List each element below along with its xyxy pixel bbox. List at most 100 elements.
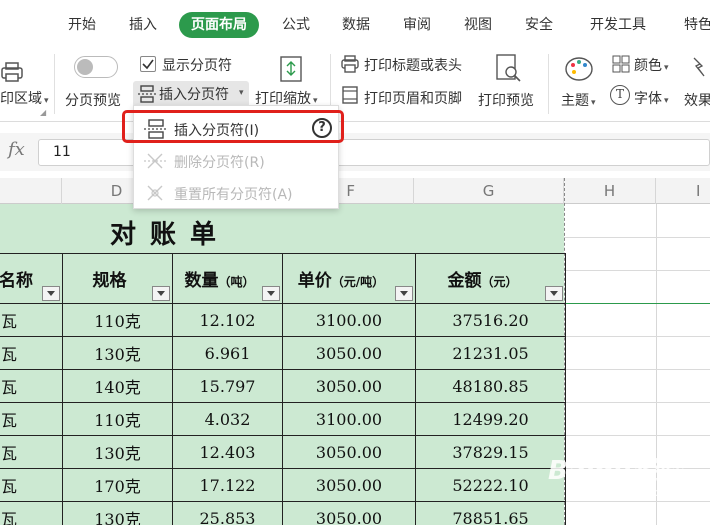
formula-value: 11 [53, 144, 71, 160]
cell-quantity[interactable]: 6.961 [172, 336, 283, 370]
fx-icon[interactable]: fx [8, 139, 25, 160]
app-window: ‹ 开始 插入 页面布局 公式 数据 审阅 视图 安全 开发工具 特色 印区域▾… [0, 0, 710, 525]
insert-page-break-label: 插入分页符 [159, 87, 229, 103]
tab-review[interactable]: 审阅 [403, 12, 431, 38]
cell-unit-price[interactable]: 3050.00 [282, 336, 416, 370]
check-icon [142, 59, 154, 70]
tab-special[interactable]: 特色 [684, 12, 710, 38]
filter-dropdown-icon[interactable] [152, 286, 170, 301]
cell-amount[interactable]: 48180.85 [415, 369, 566, 403]
theme-palette-icon[interactable] [564, 55, 594, 83]
group-launcher-icon[interactable]: ◢ [40, 108, 46, 117]
colors-icon[interactable] [611, 54, 631, 74]
filter-dropdown-icon[interactable] [395, 286, 413, 301]
print-titles-icon[interactable] [340, 54, 360, 74]
watermark-url: jingyan.baidu.com [570, 486, 672, 499]
annotation-highlight-box [122, 110, 344, 143]
cell-amount[interactable]: 12499.20 [415, 402, 566, 436]
cell-name[interactable]: 瓦 [0, 435, 63, 469]
print-preview-button[interactable]: 打印预览 [478, 90, 534, 110]
cell-quantity[interactable]: 12.403 [172, 435, 283, 469]
table-row: 瓦 110克 12.102 3100.00 37516.20 [0, 303, 566, 337]
tab-data[interactable]: 数据 [342, 12, 370, 38]
colors-button[interactable]: 颜色 ▾ [634, 55, 669, 75]
cell-unit-price[interactable]: 3050.00 [282, 468, 416, 502]
cell-quantity[interactable]: 4.032 [172, 402, 283, 436]
effects-button[interactable]: 效果 [684, 90, 710, 110]
cell-name[interactable]: 瓦 [0, 402, 63, 436]
cell-spec[interactable]: 110克 [62, 303, 173, 337]
cell-name[interactable]: 瓦 [0, 501, 63, 525]
cell-spec[interactable]: 130克 [62, 336, 173, 370]
tab-formulas[interactable]: 公式 [282, 12, 310, 38]
remove-page-break-icon [144, 153, 166, 169]
cell-unit-price[interactable]: 3100.00 [282, 402, 416, 436]
header-amount[interactable]: 金额（元） [415, 253, 566, 304]
menu-item-remove-page-break[interactable]: 删除分页符(R) [134, 146, 340, 176]
sheet-title[interactable]: 对账单 [0, 214, 340, 251]
cell-unit-price[interactable]: 3050.00 [282, 369, 416, 403]
cell-quantity[interactable]: 25.853 [172, 501, 283, 525]
tab-developer[interactable]: 开发工具 [590, 12, 646, 38]
insert-page-break-button[interactable]: 插入分页符 ▾ [133, 81, 249, 107]
print-scale-icon[interactable] [278, 55, 304, 83]
table-header-row: 名称 规格 数量（吨） 单价（元/吨） 金额（元） [0, 253, 566, 304]
cell-name[interactable]: 瓦 [0, 369, 63, 403]
column-header-c[interactable] [0, 178, 62, 204]
page-break-preview-label: 分页预览 [65, 93, 121, 109]
cell-amount[interactable]: 21231.05 [415, 336, 566, 370]
theme-button[interactable]: 主题 ▾ [561, 90, 596, 110]
column-header-i[interactable]: I [656, 178, 710, 204]
filter-dropdown-icon[interactable] [42, 286, 60, 301]
print-header-footer-icon[interactable] [340, 85, 360, 105]
cell-name[interactable]: 瓦 [0, 303, 63, 337]
fonts-icon[interactable]: T [610, 85, 630, 105]
filter-dropdown-icon[interactable] [262, 286, 280, 301]
cell-unit-price[interactable]: 3050.00 [282, 501, 416, 525]
cell-spec[interactable]: 110克 [62, 402, 173, 436]
cell-name[interactable]: 瓦 [0, 468, 63, 502]
print-preview-icon[interactable] [494, 53, 522, 83]
print-area-button[interactable]: 印区域 ▾ [0, 88, 49, 108]
table-row: 瓦 130克 6.961 3050.00 21231.05 [0, 336, 566, 370]
table-row: 瓦 140克 15.797 3050.00 48180.85 [0, 369, 566, 403]
show-page-breaks-checkbox[interactable] [140, 56, 156, 72]
header-name[interactable]: 名称 [0, 253, 63, 304]
print-titles-button[interactable]: 打印标题或表头 [364, 55, 462, 75]
menu-item-label: 删除分页符(R) [174, 155, 265, 171]
print-area-icon[interactable] [0, 60, 24, 84]
tab-security[interactable]: 安全 [525, 12, 553, 38]
header-quantity[interactable]: 数量（吨） [172, 253, 283, 304]
page-break-preview-toggle[interactable] [74, 56, 118, 78]
watermark-brand: Baidu经验 [548, 456, 684, 486]
header-unit-price[interactable]: 单价（元/吨） [282, 253, 416, 304]
print-header-footer-button[interactable]: 打印页眉和页脚 [364, 88, 462, 108]
cell-unit-price[interactable]: 3050.00 [282, 435, 416, 469]
ribbon-tab-bar: ‹ 开始 插入 页面布局 公式 数据 审阅 视图 安全 开发工具 特色 [0, 0, 710, 48]
tab-insert[interactable]: 插入 [129, 12, 157, 38]
fonts-button[interactable]: 字体 ▾ [634, 88, 669, 108]
cell-quantity[interactable]: 17.122 [172, 468, 283, 502]
column-header-h[interactable]: H [564, 178, 656, 204]
effects-icon[interactable] [688, 54, 710, 82]
tab-home[interactable]: 开始 [68, 12, 96, 38]
cell-spec[interactable]: 170克 [62, 468, 173, 502]
tab-view[interactable]: 视图 [464, 12, 492, 38]
menu-item-label: 重置所有分页符(A) [174, 187, 293, 203]
reset-page-breaks-icon [147, 185, 163, 201]
cell-name[interactable]: 瓦 [0, 336, 63, 370]
filter-dropdown-icon[interactable] [545, 286, 563, 301]
column-header-g[interactable]: G [414, 178, 564, 204]
cell-spec[interactable]: 130克 [62, 501, 173, 525]
cell-spec[interactable]: 130克 [62, 435, 173, 469]
cell-quantity[interactable]: 15.797 [172, 369, 283, 403]
table-row: 瓦 130克 25.853 3050.00 78851.65 [0, 501, 566, 525]
cell-quantity[interactable]: 12.102 [172, 303, 283, 337]
cell-amount[interactable]: 37516.20 [415, 303, 566, 337]
menu-item-reset-all-page-breaks[interactable]: 重置所有分页符(A) [134, 178, 340, 208]
cell-unit-price[interactable]: 3100.00 [282, 303, 416, 337]
cell-spec[interactable]: 140克 [62, 369, 173, 403]
tab-page-layout[interactable]: 页面布局 [179, 12, 259, 38]
header-spec[interactable]: 规格 [62, 253, 173, 304]
column-header-row: D E F G H I [0, 178, 710, 204]
